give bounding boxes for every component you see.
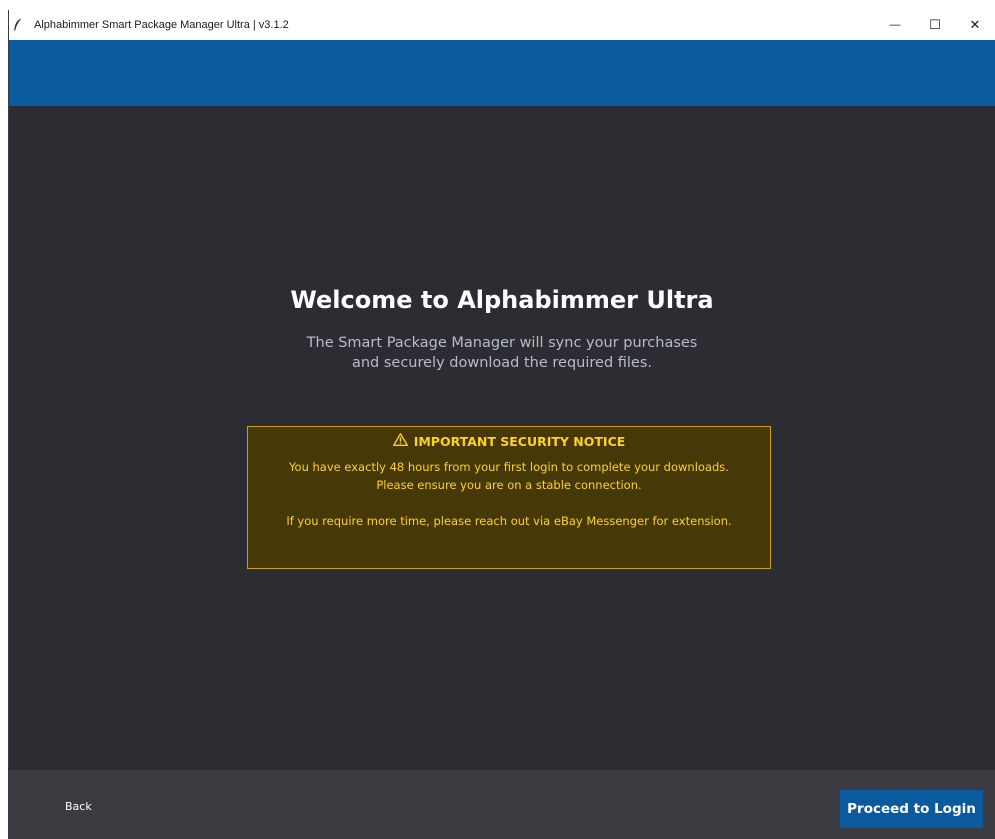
maximize-button[interactable]: ☐ bbox=[915, 10, 955, 40]
minimize-icon: — bbox=[889, 19, 901, 31]
proceed-to-login-button[interactable]: Proceed to Login bbox=[840, 790, 983, 828]
back-button[interactable]: Back bbox=[65, 800, 92, 813]
main-content: Welcome to Alphabimmer Ultra The Smart P… bbox=[9, 106, 995, 770]
app-window: Alphabimmer Smart Package Manager Ultra … bbox=[8, 10, 995, 839]
security-notice: IMPORTANT SECURITY NOTICE You have exact… bbox=[247, 426, 771, 569]
close-button[interactable]: ✕ bbox=[955, 10, 995, 40]
notice-text: You have exactly 48 hours from your firs… bbox=[289, 460, 729, 474]
maximize-icon: ☐ bbox=[929, 17, 941, 32]
window-title: Alphabimmer Smart Package Manager Ultra … bbox=[34, 19, 289, 31]
notice-title: IMPORTANT SECURITY NOTICE bbox=[413, 433, 626, 449]
notice-text: Please ensure you are on a stable connec… bbox=[376, 478, 642, 492]
close-icon: ✕ bbox=[969, 17, 981, 32]
page-title: Welcome to Alphabimmer Ultra bbox=[290, 286, 714, 314]
header-banner bbox=[9, 40, 995, 106]
feather-icon bbox=[12, 18, 24, 32]
page-subtitle: The Smart Package Manager will sync your… bbox=[9, 333, 995, 373]
title-bar[interactable]: Alphabimmer Smart Package Manager Ultra … bbox=[9, 10, 995, 40]
notice-header: IMPORTANT SECURITY NOTICE bbox=[248, 432, 770, 450]
footer-bar: Back Proceed to Login bbox=[9, 770, 995, 839]
subtitle-line: and securely download the required files… bbox=[351, 355, 653, 371]
warning-icon bbox=[392, 433, 408, 449]
window-controls: — ☐ ✕ bbox=[875, 10, 995, 40]
notice-text: If you require more time, please reach o… bbox=[286, 514, 732, 528]
minimize-button[interactable]: — bbox=[875, 10, 915, 40]
subtitle-line: The Smart Package Manager will sync your… bbox=[306, 335, 698, 351]
